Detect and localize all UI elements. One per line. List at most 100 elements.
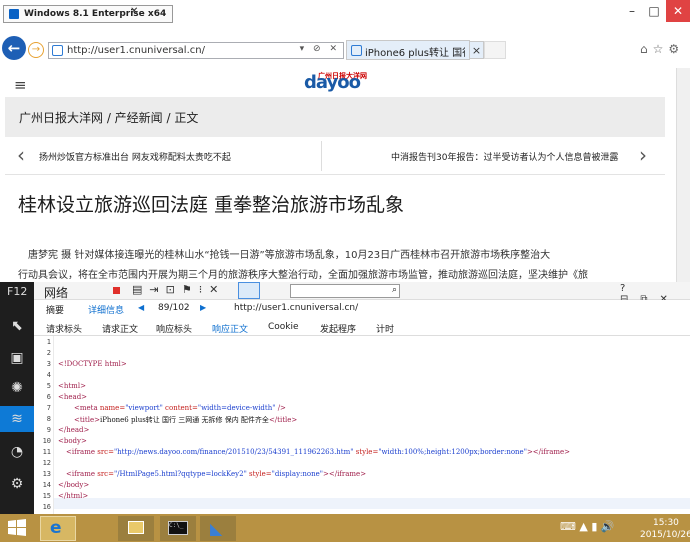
folder-icon xyxy=(128,521,144,534)
code-line-head-open: <head> xyxy=(58,393,88,401)
windows-icon xyxy=(9,9,19,19)
line-number: 13 xyxy=(42,470,51,478)
tab-close-button[interactable]: × xyxy=(470,41,484,59)
devtools-title: 网络 xyxy=(44,286,69,300)
clock[interactable]: 15:30 2015/10/26 xyxy=(640,517,690,541)
code-line-head-close: </head> xyxy=(58,426,90,434)
performance-icon[interactable]: ◔ xyxy=(7,442,27,462)
record-icon[interactable] xyxy=(113,287,120,294)
request-bar: 摘要 详细信息 ◀ 89/102 ▶ http://user1.cnuniver… xyxy=(34,300,690,318)
tab-initiator[interactable]: 发起程序 xyxy=(320,322,356,335)
forward-arrow-icon: → xyxy=(31,44,41,55)
chevron-left-icon[interactable]: ‹ xyxy=(17,143,25,167)
tab-request-headers[interactable]: 请求标头 xyxy=(46,322,82,335)
window-label-close-icon[interactable]: ✕ xyxy=(130,6,138,17)
new-tab-button[interactable] xyxy=(484,41,506,59)
shark-icon: ◣ xyxy=(210,519,223,538)
code-line-html-open: <html> xyxy=(58,382,86,390)
summary-tab[interactable]: 摘要 xyxy=(46,303,64,316)
browser-tab[interactable]: iPhone6 plus转让 国行 三... xyxy=(346,40,470,60)
tab-cookie[interactable]: Cookie xyxy=(268,322,299,332)
devtools-action-icons[interactable]: ▤⇥⊡⚑⁝✕ xyxy=(132,283,225,296)
line-gutter: 1 2 3 4 5 6 7 8 9 10 11 12 13 14 15 16 xyxy=(34,336,54,514)
debugger-icon[interactable]: ✺ xyxy=(7,378,27,398)
address-tools-icons[interactable]: ▾ ⊘ ✕ xyxy=(300,44,340,54)
back-button[interactable]: ← xyxy=(2,36,26,60)
line-number: 5 xyxy=(46,382,51,390)
line-number: 8 xyxy=(46,415,51,423)
tab-request-body[interactable]: 请求正文 xyxy=(102,322,138,335)
maximize-button[interactable]: □ xyxy=(644,0,664,22)
line-number: 7 xyxy=(46,404,51,412)
clock-date: 2015/10/26 xyxy=(640,530,690,540)
dom-explorer-icon[interactable]: ⬉ xyxy=(7,316,27,336)
current-line-highlight xyxy=(54,498,690,509)
system-tray-icons[interactable]: ⌨ ▲ ▮ 🔊 xyxy=(560,520,615,533)
doctype: <!DOCTYPE html> xyxy=(58,360,127,368)
code-line-iframe-2: <iframe src="/HtmlPage5.html?qqtype=lock… xyxy=(66,470,367,478)
f12-label: F12 xyxy=(7,285,28,298)
tab-response-body[interactable]: 响应正文 xyxy=(212,322,248,335)
menu-icon[interactable]: ≡ xyxy=(14,76,27,94)
code-line-title: <title>iPhone6 plus转让 国行 三网通 无拆修 保内 配件齐全… xyxy=(74,416,298,424)
breadcrumb[interactable]: 广州日报大洋网 / 产经新闻 / 正文 xyxy=(19,109,198,126)
tab-title: iPhone6 plus转让 国行 三... xyxy=(365,48,465,59)
response-body-code[interactable]: 1 2 3 4 5 6 7 8 9 10 11 12 13 14 15 16 <… xyxy=(34,336,690,514)
command-prompt-icon: C:\_ xyxy=(168,521,188,535)
line-number: 2 xyxy=(46,349,51,357)
console-icon[interactable]: ▣ xyxy=(7,348,27,368)
detail-subtabs: 请求标头 请求正文 响应标头 响应正文 Cookie 发起程序 计时 xyxy=(34,318,690,336)
back-arrow-icon: ← xyxy=(7,39,21,57)
line-number: 4 xyxy=(46,371,51,379)
code-line-doctype: <!DOCTYPE html> xyxy=(58,360,127,368)
line-number: 11 xyxy=(42,448,51,456)
line-number: 6 xyxy=(46,393,51,401)
taskbar-app-button[interactable]: ◣ xyxy=(200,516,236,541)
line-number: 3 xyxy=(46,360,51,368)
taskbar-ie-button[interactable]: e xyxy=(40,516,76,541)
page-icon xyxy=(52,45,63,56)
request-count: 89/102 xyxy=(158,303,190,313)
tab-response-headers[interactable]: 响应标头 xyxy=(156,322,192,335)
breadcrumb-bar: 广州日报大洋网 / 产经新闻 / 正文 xyxy=(5,97,665,137)
news-divider xyxy=(321,141,322,171)
tab-timing[interactable]: 计时 xyxy=(376,322,394,335)
taskbar: e C:\_ ◣ ⌨ ▲ ▮ 🔊 15:30 2015/10/26 xyxy=(0,514,690,542)
memory-icon[interactable]: ⚙ xyxy=(7,474,27,494)
code-line-body-close: </body> xyxy=(58,481,90,489)
line-number: 1 xyxy=(46,338,51,346)
request-url: http://user1.cnuniversal.cn/ xyxy=(234,303,359,313)
line-number: 9 xyxy=(46,426,51,434)
details-tab[interactable]: 详细信息 xyxy=(88,303,124,316)
devtools-toolbar: 网络 ▤⇥⊡⚑⁝✕ ⌕ ?⊟⧉✕ xyxy=(34,282,690,305)
tab-favicon-icon xyxy=(351,45,362,56)
search-icon: ⌕ xyxy=(391,285,397,295)
close-button[interactable]: ✕ xyxy=(666,0,690,22)
network-tool-active[interactable]: ≋ xyxy=(0,406,34,432)
article-lead: 行动具会议，将在全市范围内开展为期三个月的旅游秩序大整治行动，全面加强旅游市场监… xyxy=(18,270,588,280)
news-ticker: ‹ 扬州炒饭官方标准出台 网友戏称配料太贵吃不起 中消报告刊30年报告：过半受访… xyxy=(5,137,665,175)
minimize-button[interactable]: – xyxy=(622,0,642,22)
news-link-right[interactable]: 中消报告刊30年报告：过半受访者认为个人信息曾被泄露 xyxy=(391,150,618,163)
page-scrollbar[interactable] xyxy=(676,68,690,282)
chevron-right-icon[interactable]: › xyxy=(639,143,647,167)
prev-request-icon[interactable]: ◀ xyxy=(138,303,144,312)
devtools-search-input[interactable]: ⌕ xyxy=(290,284,400,298)
address-bar[interactable]: http://user1.cnuniversal.cn/ ▾ ⊘ ✕ xyxy=(48,42,344,59)
forward-button[interactable]: → xyxy=(28,42,44,58)
line-number: 16 xyxy=(42,503,51,511)
code-line-iframe-1: <iframe src="http://news.dayoo.com/finan… xyxy=(66,448,571,456)
windows-start-icon[interactable] xyxy=(6,517,28,539)
article-byline: 唐梦宪 摄 针对媒体接连曝光的桂林山水“抢钱一日游”等旅游市场乱象，10月23日… xyxy=(28,250,551,261)
code-line-html-close: </html> xyxy=(58,492,89,500)
code-line-body-open: <body> xyxy=(58,437,87,445)
address-text[interactable]: http://user1.cnuniversal.cn/ xyxy=(67,44,205,57)
next-request-icon[interactable]: ▶ xyxy=(200,303,206,312)
dayoo-logo[interactable]: 广州日报大洋网 dayoo xyxy=(304,68,367,93)
devtools-sidebar: F12 ⬉ ▣ ✺ ≋ ◔ ⚙ xyxy=(0,282,34,514)
line-number: 15 xyxy=(42,492,51,500)
taskbar-cmd-button[interactable]: C:\_ xyxy=(160,516,196,541)
browser-toolbar-icons[interactable]: ⌂☆⚙ xyxy=(640,42,684,56)
news-link-left[interactable]: 扬州炒饭官方标准出台 网友戏称配料太贵吃不起 xyxy=(39,150,231,163)
taskbar-explorer-button[interactable] xyxy=(118,516,154,541)
